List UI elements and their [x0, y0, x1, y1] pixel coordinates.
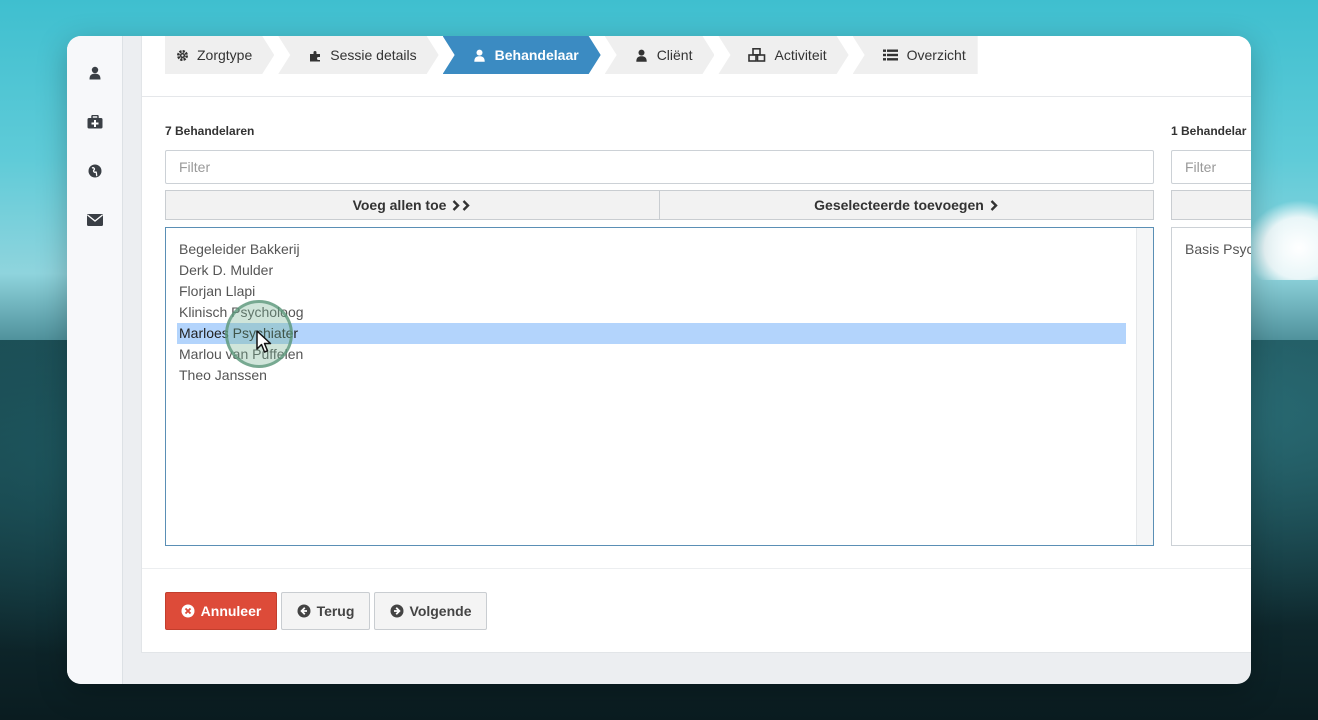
cancel-label: Annuleer	[200, 603, 262, 619]
user-icon	[635, 48, 649, 62]
step-label: Overzicht	[906, 47, 966, 63]
add-all-button[interactable]: Voeg allen toe	[165, 190, 660, 220]
remove-button[interactable]	[1171, 190, 1251, 220]
divider	[142, 96, 1251, 97]
step-label: Behandelaar	[494, 47, 579, 63]
chosen-count-label: 1 Behandelar	[1171, 124, 1247, 138]
sidebar	[67, 36, 123, 684]
gear-icon	[175, 48, 189, 62]
list-item-selected[interactable]: Marloes Psychiater	[177, 323, 1126, 344]
medkit-icon[interactable]	[86, 113, 104, 131]
list-item[interactable]: Derk D. Mulder	[179, 260, 273, 281]
step-label: Activiteit	[774, 47, 827, 63]
step-overzicht[interactable]: Overzicht	[852, 36, 978, 74]
mouse-cursor-icon	[256, 330, 272, 359]
available-button-group: Voeg allen toe Geselecteerde toevoegen	[165, 190, 1154, 220]
available-listbox[interactable]: Begeleider Bakkerij Derk D. Mulder Florj…	[165, 227, 1154, 546]
add-selected-label: Geselecteerde toevoegen	[814, 197, 984, 213]
step-zorgtype[interactable]: Zorgtype	[165, 36, 274, 74]
add-selected-button[interactable]: Geselecteerde toevoegen	[660, 190, 1154, 220]
user-icon	[473, 48, 487, 62]
background-cloud	[1245, 200, 1318, 280]
chosen-listbox[interactable]: Basis Psyc	[1171, 227, 1251, 546]
list-item[interactable]: Florjan Llapi	[179, 281, 255, 302]
step-activiteit[interactable]: Activiteit	[718, 36, 848, 74]
divider	[142, 568, 1251, 569]
puzzle-icon	[308, 48, 322, 62]
chosen-button-group	[1171, 190, 1251, 220]
close-circle-icon	[181, 604, 195, 618]
chevron-right-icon	[990, 199, 999, 211]
step-behandelaar[interactable]: Behandelaar	[443, 36, 601, 74]
add-all-label: Voeg allen toe	[352, 197, 447, 213]
back-button[interactable]: Terug	[281, 592, 370, 630]
user-icon[interactable]	[86, 64, 104, 82]
next-button[interactable]: Volgende	[374, 592, 487, 630]
step-label: Sessie details	[330, 47, 417, 63]
wizard-panel: Zorgtype Sessie details Behandelaar Clië…	[141, 36, 1251, 653]
cubes-icon	[748, 48, 766, 62]
arrow-left-circle-icon	[297, 604, 311, 618]
next-label: Volgende	[409, 603, 472, 619]
step-label: Zorgtype	[197, 47, 253, 63]
arrow-right-circle-icon	[390, 604, 404, 618]
available-count-label: 7 Behandelaren	[165, 124, 255, 138]
double-chevron-right-icon	[452, 199, 472, 211]
globe-icon[interactable]	[86, 162, 104, 180]
list-item[interactable]: Theo Janssen	[179, 365, 267, 386]
step-sessie-details[interactable]: Sessie details	[278, 36, 438, 74]
cancel-button[interactable]: Annuleer	[165, 592, 277, 630]
list-item[interactable]: Begeleider Bakkerij	[179, 239, 300, 260]
list-icon	[883, 48, 899, 62]
step-label: Cliënt	[656, 47, 693, 63]
wizard-steps: Zorgtype Sessie details Behandelaar Clië…	[165, 36, 982, 74]
scrollbar[interactable]	[1136, 228, 1153, 545]
envelope-icon[interactable]	[86, 211, 104, 229]
step-client[interactable]: Cliënt	[605, 36, 715, 74]
back-label: Terug	[316, 603, 355, 619]
list-item[interactable]: Basis Psyc	[1185, 239, 1251, 260]
chosen-filter-input[interactable]	[1171, 150, 1251, 184]
available-filter-input[interactable]	[165, 150, 1154, 184]
